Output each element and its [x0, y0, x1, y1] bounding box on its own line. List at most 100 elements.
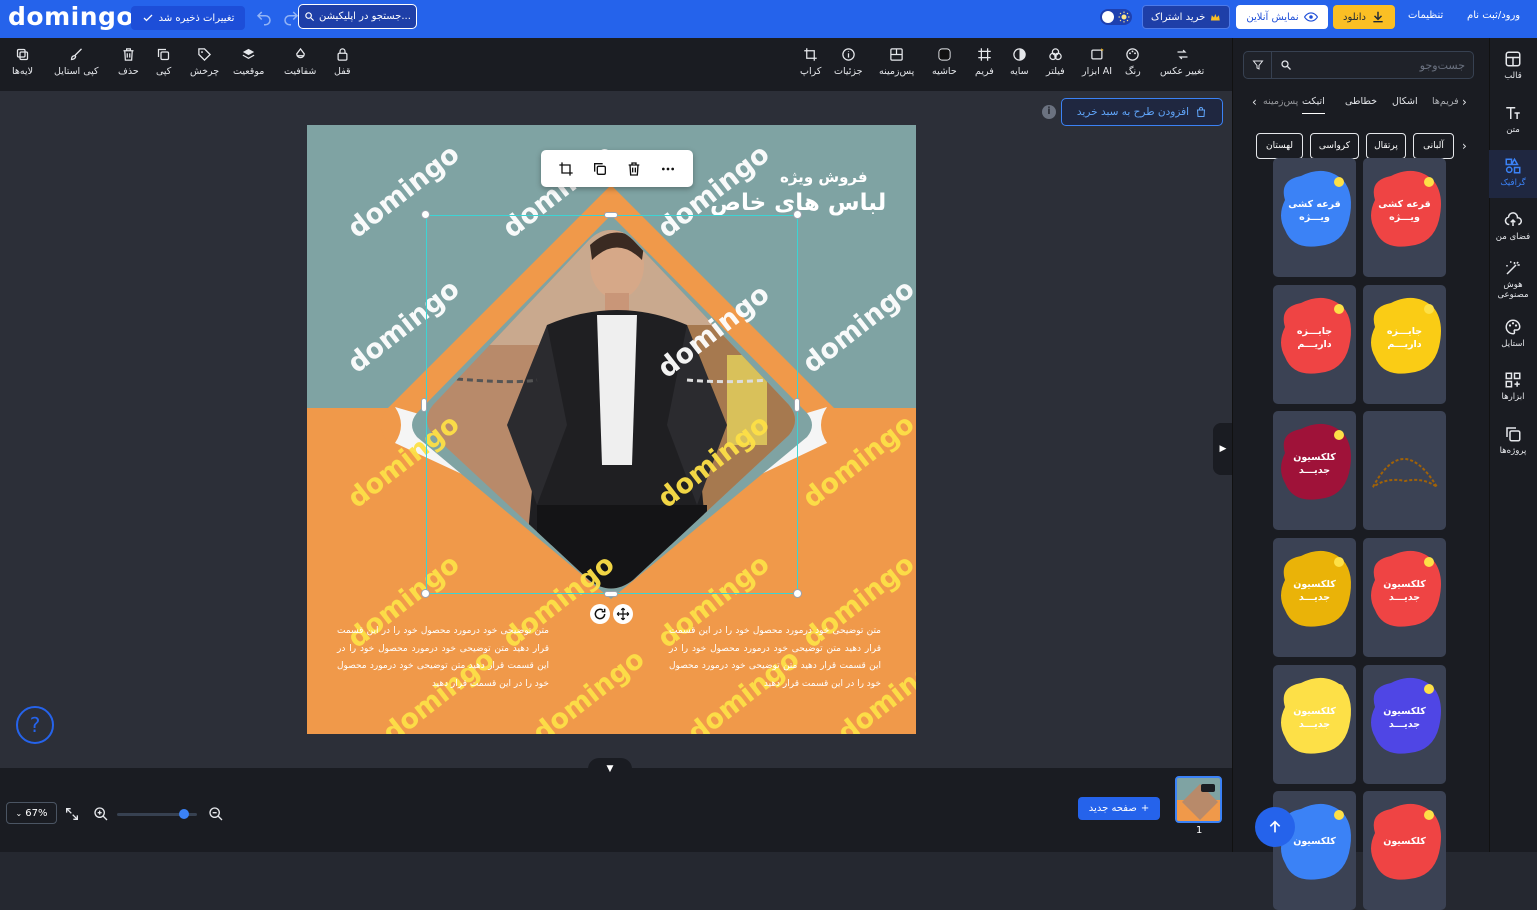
selection-box[interactable]: [426, 215, 798, 594]
tool-delete[interactable]: حذف: [118, 47, 139, 77]
resize-handle-top[interactable]: [604, 212, 618, 218]
chip-albania[interactable]: آلبانی: [1413, 133, 1454, 159]
filter-icon[interactable]: [1244, 52, 1272, 78]
sidebar-item-text[interactable]: متن: [1489, 104, 1537, 135]
resize-handle-left[interactable]: [421, 398, 427, 412]
crop-icon[interactable]: [558, 161, 574, 177]
move-handle[interactable]: [613, 604, 633, 624]
sticker-item[interactable]: کلکسیون جدیـــد: [1363, 665, 1446, 784]
tabs-next-icon[interactable]: ›: [1462, 95, 1467, 109]
page-thumbnail[interactable]: [1175, 776, 1222, 823]
resize-handle-tl[interactable]: [421, 210, 430, 219]
tool-copy-style[interactable]: کپی استایل: [54, 47, 99, 77]
resize-handle-right[interactable]: [794, 398, 800, 412]
fullscreen-icon[interactable]: [64, 806, 80, 822]
zoom-slider-knob[interactable]: [179, 809, 189, 819]
app-search-input[interactable]: جستجو در اپلیکیشن...: [298, 4, 417, 29]
sidebar-item-projects[interactable]: پروژه‌ها: [1489, 425, 1537, 456]
sticker-text: کلکسیون جدیـــد: [1383, 579, 1426, 603]
chips-next-icon[interactable]: ›: [1462, 139, 1467, 153]
pages-toggle-button[interactable]: ▼: [588, 758, 632, 780]
rotate-handle[interactable]: [590, 604, 610, 624]
sidebar-item-templates[interactable]: قالب: [1489, 50, 1537, 81]
login-link[interactable]: ورود/ثبت نام: [1467, 10, 1520, 21]
tool-frame[interactable]: فریم: [975, 47, 994, 77]
sticker-item[interactable]: کلکسیون جدیـــد: [1363, 538, 1446, 657]
tabs-prev-icon[interactable]: ‹: [1252, 95, 1257, 109]
tool-opacity[interactable]: شفافیت: [284, 47, 316, 77]
scroll-top-button[interactable]: [1255, 807, 1295, 847]
add-design-to-cart-button[interactable]: افزودن طرح به سبد خرید: [1061, 98, 1223, 126]
chip-poland[interactable]: لهستان: [1256, 133, 1303, 159]
tool-lock[interactable]: قفل: [334, 47, 351, 77]
undo-icon[interactable]: [255, 9, 273, 27]
tool-filter[interactable]: فیلتر: [1046, 47, 1065, 77]
trash-icon[interactable]: [626, 161, 642, 177]
border-icon: [938, 48, 951, 61]
tool-rotate[interactable]: چرخش: [190, 47, 219, 77]
tool-layers[interactable]: لایه‌ها: [12, 47, 33, 77]
collapse-panel-button[interactable]: ▶: [1213, 423, 1233, 475]
new-page-button[interactable]: صفحه جدید +: [1078, 797, 1160, 820]
saved-label: تغییرات ذخیره شد: [158, 12, 235, 24]
sticker-text: قرعه کشی ویـــژه: [1378, 199, 1431, 223]
resize-handle-tr[interactable]: [793, 210, 802, 219]
sidebar-item-style[interactable]: استایل: [1489, 318, 1537, 349]
sticker-item[interactable]: قرعه کشی ویـــژه: [1363, 158, 1446, 277]
sticker-item[interactable]: جایـــزه داریـــم: [1273, 285, 1356, 404]
zoom-in-icon[interactable]: [93, 806, 109, 822]
tool-border[interactable]: حاشیه: [932, 47, 957, 77]
tool-background[interactable]: پس‌زمینه: [879, 47, 914, 77]
chip-croatia[interactable]: کرواسی: [1310, 133, 1359, 159]
tool-shadow[interactable]: سایه: [1010, 47, 1029, 77]
settings-link[interactable]: تنظیمات: [1408, 10, 1443, 21]
resize-handle-bottom[interactable]: [604, 591, 618, 597]
help-button[interactable]: ?: [16, 706, 54, 744]
zoom-select[interactable]: ⌄ 67%: [6, 802, 57, 824]
download-button[interactable]: دانلود: [1333, 5, 1395, 29]
more-icon[interactable]: [660, 161, 676, 177]
sticker-item[interactable]: [1363, 411, 1446, 530]
tab-shapes[interactable]: اشکال: [1392, 96, 1418, 107]
sticker-item[interactable]: کلکسیون جدیـــد: [1273, 665, 1356, 784]
title-special-sale[interactable]: فروش ویژه: [780, 168, 868, 186]
sidebar-item-tools[interactable]: ابزارها: [1489, 371, 1537, 402]
tool-details[interactable]: جزئیات: [834, 47, 862, 77]
zoom-out-icon[interactable]: [208, 806, 224, 822]
logo[interactable]: domingo: [8, 2, 134, 31]
tool-ai[interactable]: ابزار AI: [1082, 47, 1112, 77]
sidebar-item-ai[interactable]: هوش مصنوعی: [1489, 259, 1537, 300]
tool-color[interactable]: رنگ: [1125, 47, 1141, 77]
theme-toggle[interactable]: [1100, 9, 1132, 25]
sticker-item[interactable]: قرعه کشی ویـــژه: [1273, 158, 1356, 277]
tab-frames[interactable]: فریم‌ها: [1432, 96, 1459, 107]
tool-label: قفل: [334, 66, 351, 77]
sticker-item[interactable]: کلکسیون جدیـــد: [1273, 411, 1356, 530]
tab-stickers[interactable]: اتیکت: [1302, 96, 1325, 114]
duplicate-icon[interactable]: [592, 161, 608, 177]
sidebar-item-graphics[interactable]: گرافیک: [1489, 150, 1537, 198]
tool-position[interactable]: موقعیت: [233, 47, 264, 77]
buy-subscription-button[interactable]: خرید اشتراک: [1142, 5, 1230, 29]
info-icon[interactable]: i: [1042, 105, 1056, 119]
tool-change-photo[interactable]: تغییر عکس: [1160, 47, 1204, 77]
tab-backgrounds[interactable]: پس‌زمینه: [1263, 96, 1298, 107]
chip-portugal[interactable]: پرتقال: [1366, 133, 1406, 159]
tool-crop[interactable]: کراپ: [800, 47, 821, 77]
sidebar-label: پروژه‌ها: [1499, 446, 1527, 456]
blob-dot: [1334, 557, 1344, 567]
zoom-slider[interactable]: [117, 809, 197, 819]
live-preview-button[interactable]: نمایش آنلاین: [1236, 5, 1328, 29]
panel-search-input[interactable]: جست‌وجو: [1243, 51, 1474, 79]
saved-status-button[interactable]: تغییرات ذخیره شد: [131, 6, 245, 30]
sticker-item[interactable]: کلکسیون: [1273, 791, 1356, 910]
sticker-item[interactable]: کلکسیون: [1363, 791, 1446, 910]
text-icon: [1506, 107, 1520, 119]
tool-copy[interactable]: کپی: [156, 47, 171, 77]
resize-handle-bl[interactable]: [421, 589, 430, 598]
sticker-item[interactable]: جایـــزه داریـــم: [1363, 285, 1446, 404]
sidebar-item-my-space[interactable]: فضای من: [1489, 211, 1537, 242]
resize-handle-br[interactable]: [793, 589, 802, 598]
sticker-item[interactable]: کلکسیون جدیـــد: [1273, 538, 1356, 657]
tab-calligraphy[interactable]: خطاطی: [1345, 96, 1377, 107]
